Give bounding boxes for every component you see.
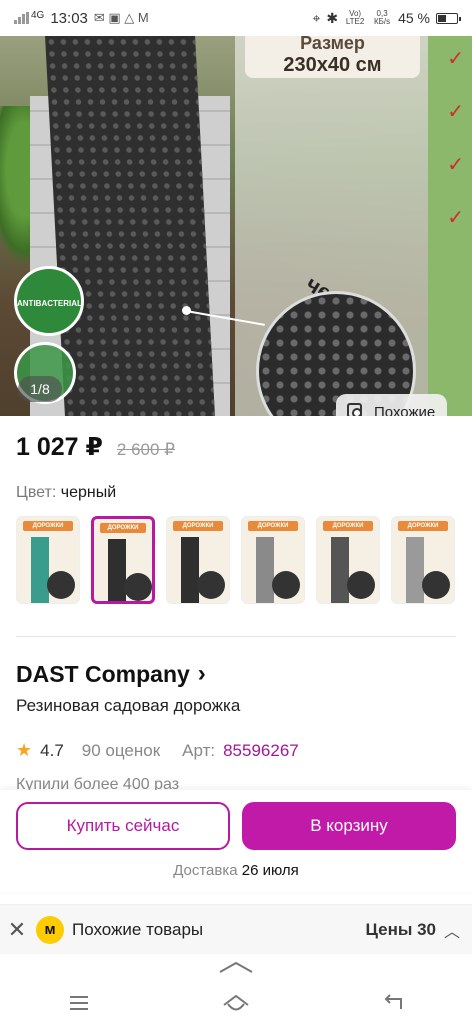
action-bar: Купить сейчас В корзину Доставка 26 июля	[0, 790, 472, 892]
close-icon[interactable]: ✕	[6, 917, 28, 942]
thumb-mat-strip	[108, 539, 126, 601]
price-row: 1 027 ₽ 2 600 ₽	[16, 432, 175, 462]
reviews-link[interactable]: 90 оценок	[82, 741, 160, 761]
bluetooth-icon: ✱	[326, 9, 339, 26]
rating-row: ★ 4.7 90 оценок Арт: 85596267	[16, 740, 299, 761]
location-icon: ⌖	[312, 9, 321, 26]
status-bar: 4G 13:03 ✉ ▣ △ M ⌖ ✱ Vo) LTE2 0,3 КБ/s 4…	[0, 0, 472, 36]
home-nav-button[interactable]	[206, 986, 266, 1020]
chevron-right-icon: ›	[197, 660, 206, 687]
check-marks: ✓ ✓ ✓ ✓	[447, 48, 464, 229]
color-variant-thumb[interactable]: ДОРОЖКИ	[166, 516, 230, 604]
thumb-header: ДОРОЖКИ	[323, 521, 373, 531]
rating-value: 4.7	[40, 740, 64, 760]
color-label: Цвет:	[16, 484, 57, 501]
color-variant-thumb[interactable]: ДОРОЖКИ	[241, 516, 305, 604]
back-nav-button[interactable]	[363, 986, 423, 1020]
similar-label: Похожие	[374, 403, 436, 417]
brand-logo-icon: м	[36, 915, 64, 944]
status-right: ⌖ ✱ Vo) LTE2 0,3 КБ/s 45 %	[312, 9, 461, 27]
seller-link[interactable]: DAST Company ›	[16, 660, 206, 688]
thumb-texture-disc	[272, 571, 300, 599]
image-counter: 1/8	[18, 376, 62, 402]
thumb-texture-disc	[347, 571, 375, 599]
similar-products-bar[interactable]: ✕ м Похожие товары Цены 30 ︿	[0, 904, 472, 954]
color-variants: ДОРОЖКИ ДОРОЖКИ ДОРОЖКИ ДОРОЖКИ ДОРОЖКИ ДОРОЖ…	[16, 516, 455, 604]
chevron-up-icon[interactable]: ︿	[444, 918, 460, 942]
divider	[16, 636, 456, 637]
home-icon	[223, 994, 249, 1011]
star-icon: ★	[16, 740, 33, 760]
thumb-mat-strip	[31, 537, 49, 603]
color-row: Цвет: черный	[16, 484, 116, 502]
buy-now-button[interactable]: Купить сейчас	[16, 802, 230, 850]
notification-icons: ✉ ▣ △ M	[93, 10, 149, 25]
battery-percent: 45 %	[398, 10, 430, 26]
thumb-header: ДОРОЖКИ	[100, 523, 146, 533]
signal-icon	[14, 12, 29, 24]
back-icon	[384, 994, 403, 1009]
volte-indicator: Vo) LTE2	[345, 9, 365, 26]
size-card: Размер 230x40 см	[245, 36, 420, 78]
add-to-cart-button[interactable]: В корзину	[242, 802, 456, 850]
thumb-texture-disc	[197, 571, 225, 599]
size-value: 230x40 см	[283, 54, 382, 76]
thumb-header: ДОРОЖКИ	[398, 521, 448, 531]
color-variant-thumb[interactable]: ДОРОЖКИ	[391, 516, 455, 604]
antibacterial-badge: ANTIBACTERIAL	[14, 266, 84, 336]
delivery-info: Доставка 26 июля	[0, 862, 472, 879]
color-value: черный	[60, 484, 117, 501]
delivery-label: Доставка	[173, 862, 238, 879]
menu-nav-button[interactable]	[49, 986, 109, 1020]
similar-products-title: Похожие товары	[72, 919, 204, 939]
pointer-dot	[182, 306, 191, 315]
delivery-date: 26 июля	[241, 862, 299, 879]
thumb-texture-disc	[124, 573, 152, 601]
article-label: Арт:	[182, 740, 216, 760]
status-left: 4G 13:03 ✉ ▣ △ M	[14, 10, 149, 27]
current-price: 1 027 ₽	[16, 433, 103, 461]
seller-name: DAST Company	[16, 660, 190, 687]
article-number[interactable]: 85596267	[223, 741, 299, 761]
battery-icon	[436, 12, 461, 24]
product-image-carousel[interactable]: ✓✓✓✓ Размер 230x40 см черный ANTIBACTERI…	[0, 36, 472, 416]
size-label: Размер	[300, 36, 365, 53]
clock: 13:03	[50, 9, 88, 27]
color-variant-thumb[interactable]: ДОРОЖКИ	[316, 516, 380, 604]
old-price: 2 600 ₽	[116, 440, 175, 459]
thumb-texture-disc	[47, 571, 75, 599]
thumb-header: ДОРОЖКИ	[173, 521, 223, 531]
color-variant-thumb[interactable]: ДОРОЖКИ	[91, 516, 155, 604]
chevron-up-icon	[219, 961, 253, 973]
thumb-texture-disc	[422, 571, 450, 599]
thumb-mat-strip	[181, 537, 199, 603]
network-type: 4G	[31, 9, 45, 21]
nav-handle[interactable]	[0, 960, 472, 980]
similar-search-button[interactable]: Похожие	[336, 394, 448, 417]
product-page: 4G 13:03 ✉ ▣ △ M ⌖ ✱ Vo) LTE2 0,3 КБ/s 4…	[0, 0, 472, 1024]
thumb-header: ДОРОЖКИ	[248, 521, 298, 531]
thumb-mat-strip	[406, 537, 424, 603]
product-title: Резиновая садовая дорожка	[16, 696, 241, 715]
image-search-icon	[347, 403, 362, 416]
thumb-header: ДОРОЖКИ	[23, 521, 73, 531]
prices-count: Цены 30	[365, 919, 436, 939]
thumb-mat-strip	[331, 537, 349, 603]
color-variant-thumb[interactable]: ДОРОЖКИ	[16, 516, 80, 604]
system-nav-bar	[0, 982, 472, 1024]
menu-icon	[69, 996, 88, 1010]
network-speed: 0,3 КБ/s	[374, 9, 391, 26]
thumb-mat-strip	[256, 537, 274, 603]
